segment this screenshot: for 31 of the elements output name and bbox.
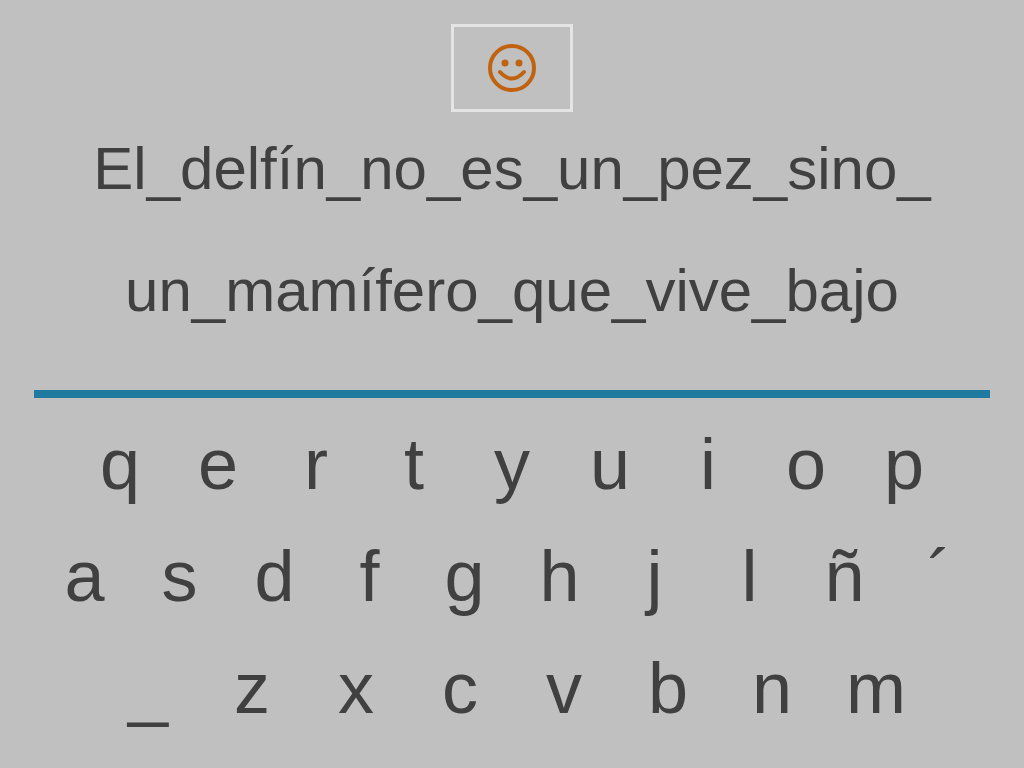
key-button[interactable]: v (512, 648, 616, 728)
key-button[interactable]: d (227, 536, 322, 616)
key-button[interactable]: i (659, 424, 757, 504)
key-button[interactable]: q (71, 424, 169, 504)
key-button[interactable]: m (824, 648, 928, 728)
key-button[interactable]: u (561, 424, 659, 504)
key-button[interactable]: l (702, 536, 797, 616)
key-button[interactable]: f (322, 536, 417, 616)
key-button[interactable]: j (607, 536, 702, 616)
phrase-text: El_delfín_no_es_un_pez_sino_ (93, 136, 931, 202)
key-button[interactable]: g (417, 536, 512, 616)
key-button[interactable]: y (463, 424, 561, 504)
key-button[interactable]: ´ (892, 536, 987, 616)
key-button[interactable]: o (757, 424, 855, 504)
phrase-text: un_mamífero_que_vive_bajo (125, 258, 899, 324)
key-button[interactable]: _ (96, 648, 200, 728)
key-button[interactable]: s (132, 536, 227, 616)
key-button[interactable]: c (408, 648, 512, 728)
key-button[interactable]: z (200, 648, 304, 728)
key-button[interactable]: r (267, 424, 365, 504)
key-button[interactable]: a (37, 536, 132, 616)
key-button[interactable]: t (365, 424, 463, 504)
key-button[interactable]: ñ (797, 536, 892, 616)
smiley-icon (487, 43, 537, 93)
key-button[interactable]: x (304, 648, 408, 728)
key-button[interactable]: e (169, 424, 267, 504)
key-button[interactable]: n (720, 648, 824, 728)
key-button[interactable]: h (512, 536, 607, 616)
key-button[interactable]: p (855, 424, 953, 504)
key-button[interactable]: b (616, 648, 720, 728)
smiley-button[interactable] (451, 24, 573, 112)
